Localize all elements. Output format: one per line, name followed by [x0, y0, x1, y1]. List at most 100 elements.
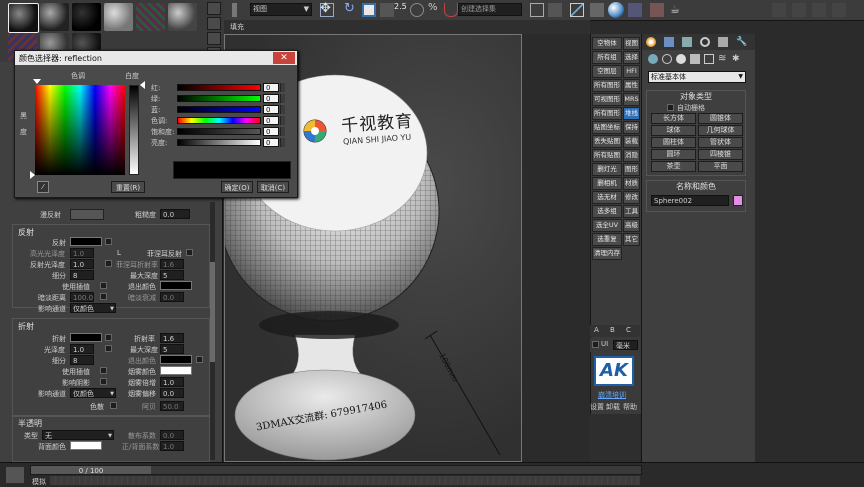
refr-affect-channels-select[interactable]: 仅颜色 ▼ [70, 388, 116, 398]
material-editor-icon[interactable] [608, 2, 624, 18]
mirror-icon[interactable] [530, 3, 544, 17]
plugin-item[interactable]: 视图 [623, 37, 640, 50]
lights-icon[interactable] [676, 54, 686, 64]
channel-spinner[interactable] [280, 116, 285, 125]
material-slot[interactable] [8, 3, 39, 33]
reflect-color-swatch[interactable] [70, 237, 102, 246]
translucency-type-select[interactable]: 无 ▼ [42, 430, 114, 440]
fwd-back-coeff-field[interactable]: 1.0 [160, 441, 184, 451]
color-picker-titlebar[interactable]: 颜色选择器: reflection ✕ [15, 51, 297, 65]
motion-tab-icon[interactable] [700, 37, 710, 47]
align-icon[interactable] [548, 3, 562, 17]
channel-slider[interactable] [177, 117, 261, 124]
refl-max-depth-field[interactable]: 5 [160, 270, 184, 280]
channel-slider[interactable] [177, 106, 261, 113]
plugin-item[interactable]: 堆栈 [623, 107, 640, 120]
timeline-left-icon[interactable] [6, 467, 24, 483]
dim-distance-field[interactable]: 100.0 [70, 292, 94, 302]
object-type-button[interactable]: 四棱锥 [698, 149, 743, 160]
plugin-item[interactable]: 属性 [623, 79, 640, 92]
plugin-item[interactable]: 其它 [623, 233, 640, 246]
spacewarps-icon[interactable]: ≋ [718, 54, 728, 64]
plugin-item[interactable]: 空物体 [592, 37, 622, 50]
curve-editor-icon[interactable] [570, 3, 584, 17]
channel-slider[interactable] [177, 95, 261, 102]
object-type-button[interactable]: 长方体 [651, 113, 696, 124]
create-tab-icon[interactable] [646, 37, 656, 47]
object-name-field[interactable]: Sphere002 [651, 195, 729, 206]
plugin-item[interactable]: 清理内存 [592, 247, 622, 260]
editor-scrollbar[interactable] [210, 202, 215, 460]
spinner-snap-icon[interactable] [444, 3, 458, 17]
fog-color-swatch[interactable] [160, 366, 192, 375]
move-icon[interactable]: ✥ [320, 2, 331, 16]
refract-color-swatch[interactable] [70, 333, 102, 342]
plugin-item[interactable]: 所有图形 [592, 79, 622, 92]
plugin-link-settings[interactable]: 设置 [590, 402, 604, 412]
plugin-item[interactable]: 所有图形 [592, 107, 622, 120]
object-type-button[interactable]: 圆柱体 [651, 137, 696, 148]
snap-toggle[interactable]: 2.5 [394, 2, 407, 11]
refr-max-depth-field[interactable]: 5 [160, 344, 184, 354]
channel-value-field[interactable]: 0 [263, 105, 279, 114]
refl-gloss-field[interactable]: 1.0 [70, 259, 94, 269]
unit-select[interactable]: 毫米 [613, 340, 638, 350]
scatter-coeff-field[interactable]: 0.0 [160, 430, 184, 440]
plugin-item[interactable]: MRS [623, 93, 640, 106]
hierarchy-tab-icon[interactable] [682, 37, 692, 47]
plugin-item[interactable]: 删灯光 [592, 163, 622, 176]
fresnel-ior-field[interactable]: 1.6 [160, 259, 184, 269]
dispersion-checkbox[interactable] [110, 402, 117, 409]
time-slider[interactable]: 0 / 100 [30, 465, 642, 475]
plugin-link-uninstall[interactable]: 卸载 [606, 402, 620, 412]
object-type-title[interactable]: 对象类型 [647, 91, 745, 102]
object-color-swatch[interactable] [733, 195, 743, 206]
object-type-button[interactable]: 几何球体 [698, 125, 743, 136]
channel-slider[interactable] [177, 84, 261, 91]
refr-use-interp-checkbox[interactable] [100, 367, 107, 374]
object-type-button[interactable]: 茶壶 [651, 161, 696, 172]
hilight-lock-button[interactable]: L [117, 249, 121, 257]
percent-snap-icon[interactable]: % [428, 2, 442, 16]
reset-button[interactable]: 重置(R) [111, 181, 145, 193]
blackness-slider[interactable] [129, 85, 139, 175]
ui-checkbox[interactable] [592, 341, 599, 348]
channel-spinner[interactable] [280, 94, 285, 103]
refr-gloss-map-button[interactable] [105, 345, 112, 352]
refr-gloss-field[interactable]: 1.0 [70, 344, 94, 354]
fog-bias-field[interactable]: 0.0 [160, 388, 184, 398]
channel-value-field[interactable]: 0 [263, 83, 279, 92]
plugin-item[interactable]: 选择 [623, 51, 640, 64]
hue-marker-icon[interactable] [33, 79, 41, 84]
category-select[interactable]: 标准基本体 ▼ [648, 71, 746, 83]
toolbar-extra-icon[interactable] [772, 3, 786, 17]
systems-icon[interactable]: ✱ [732, 54, 742, 64]
refract-map-button[interactable] [105, 334, 112, 341]
material-slot[interactable] [136, 3, 165, 31]
hilight-gloss-field[interactable]: 1.0 [70, 248, 94, 258]
plugin-item[interactable]: 保持 [623, 121, 640, 134]
dim-falloff-field[interactable]: 0.0 [160, 292, 184, 302]
refr-exit-color-swatch[interactable] [160, 355, 192, 364]
channel-slider[interactable] [177, 139, 261, 146]
affect-shadows-checkbox[interactable] [100, 378, 107, 385]
channel-spinner[interactable] [280, 105, 285, 114]
angle-snap-icon[interactable] [410, 3, 424, 17]
plugin-item[interactable]: 所有贴图 [592, 149, 622, 162]
object-type-button[interactable]: 圆锥体 [698, 113, 743, 124]
plugin-item[interactable]: 选全UV [592, 219, 622, 232]
eyedropper-icon[interactable]: ⁄ [37, 181, 49, 193]
sample-type-icon[interactable] [207, 2, 221, 15]
ok-button[interactable]: 确定(O) [221, 181, 253, 193]
roughness-field[interactable]: 0.0 [160, 209, 190, 219]
blackness-marker-icon[interactable] [30, 171, 35, 179]
plugin-item[interactable]: 装载 [623, 135, 640, 148]
back-color-swatch[interactable] [70, 441, 102, 450]
plugin-item[interactable]: 可视图形 [592, 93, 622, 106]
material-slot[interactable] [168, 3, 197, 31]
refl-gloss-map-button[interactable] [105, 260, 112, 267]
toolbar-extra-icon[interactable] [832, 3, 846, 17]
refl-affect-channels-select[interactable]: 仅颜色 ▼ [70, 303, 116, 313]
scale-icon[interactable] [362, 3, 376, 17]
ior-field[interactable]: 1.6 [160, 333, 184, 343]
